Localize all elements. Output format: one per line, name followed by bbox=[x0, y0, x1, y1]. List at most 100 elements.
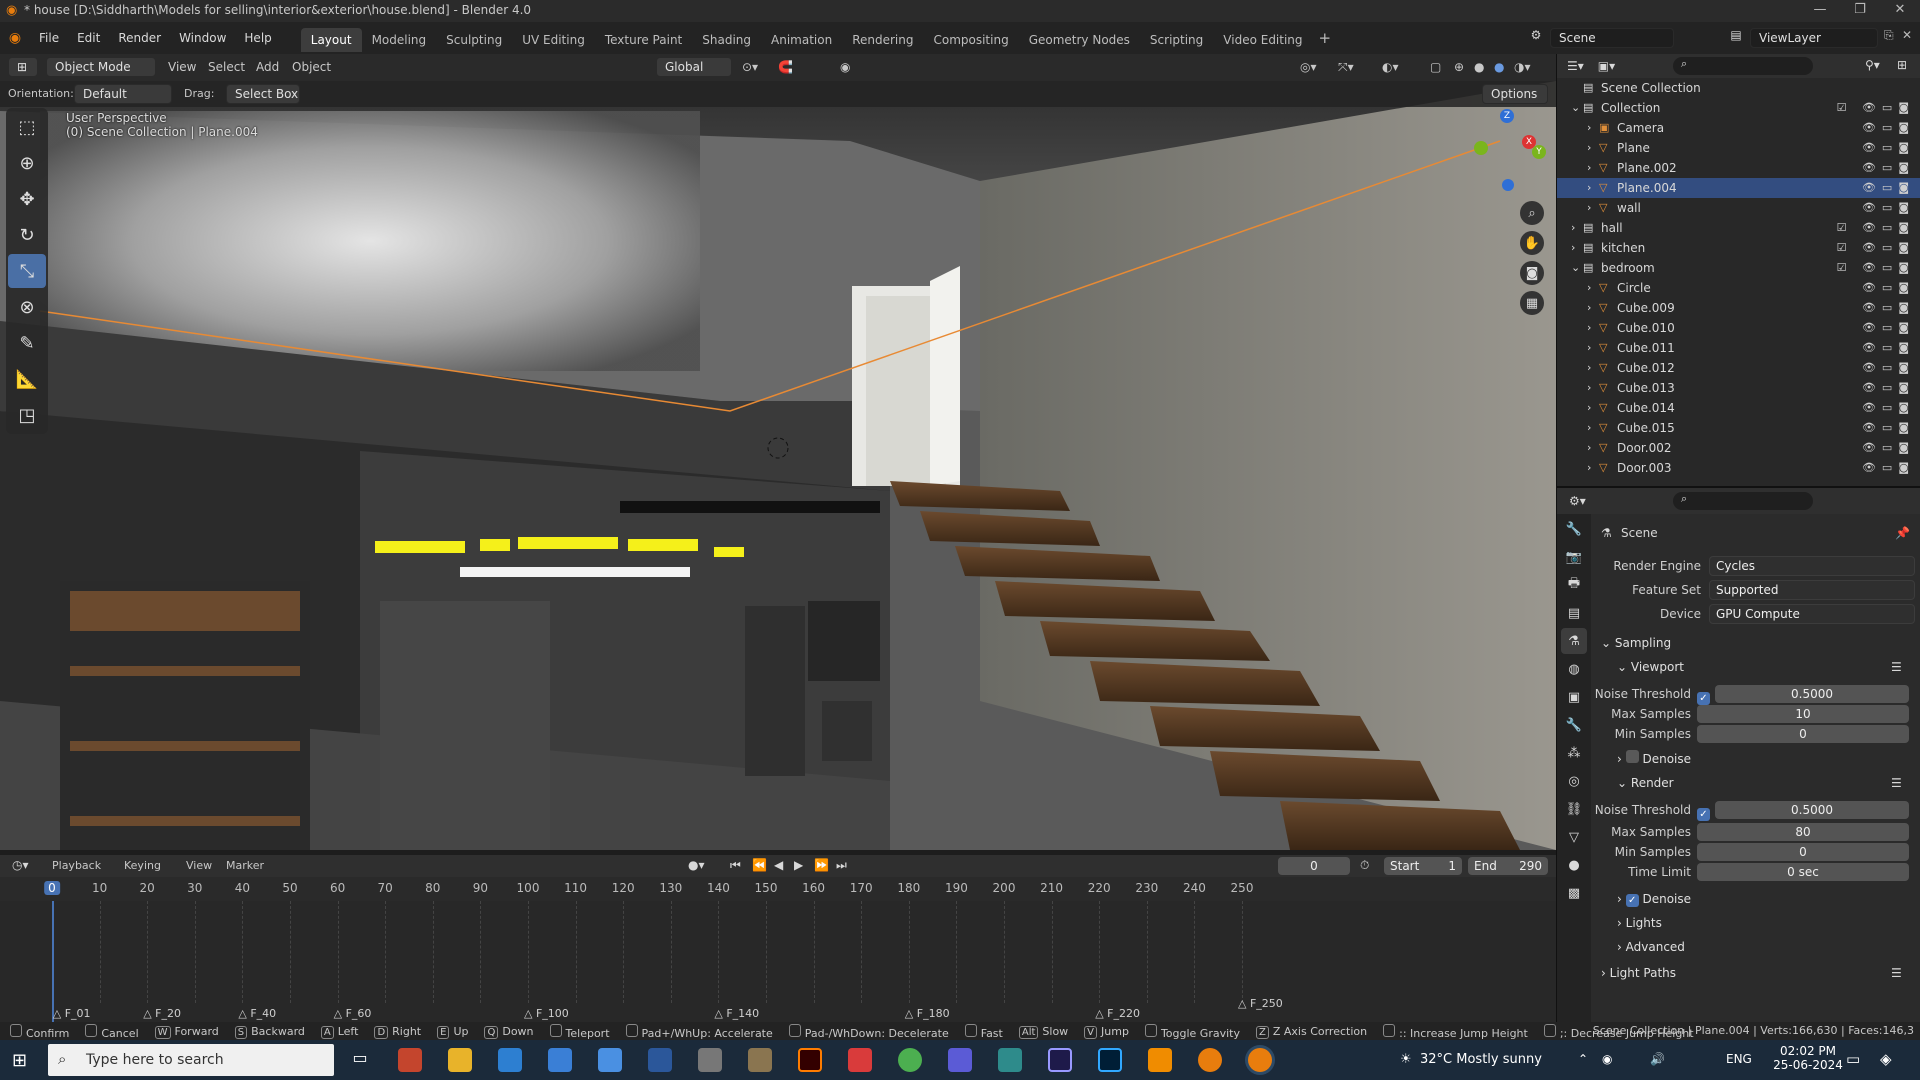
outliner-row[interactable]: › ▽ Plane 👁▭◙ bbox=[1557, 138, 1920, 158]
store-icon[interactable] bbox=[498, 1048, 522, 1072]
lights-subpanel[interactable]: › Lights bbox=[1617, 912, 1662, 934]
cursor-icon[interactable]: ⊕ bbox=[8, 146, 46, 180]
word-icon[interactable] bbox=[648, 1048, 672, 1072]
overlay-toggle-icon[interactable]: ◐▾ bbox=[1382, 60, 1399, 74]
chevron-right-icon[interactable]: › bbox=[1571, 218, 1575, 238]
display-mode-icon[interactable]: ▣▾ bbox=[1598, 59, 1615, 73]
chrome-icon[interactable] bbox=[898, 1048, 922, 1072]
app-icon[interactable] bbox=[848, 1048, 872, 1072]
calendar-icon[interactable] bbox=[548, 1048, 572, 1072]
timeline-marker[interactable]: △ F_100 bbox=[524, 1007, 569, 1020]
vp-denoise-checkbox[interactable] bbox=[1625, 750, 1639, 763]
tab-scripting[interactable]: Scripting bbox=[1140, 28, 1213, 52]
scene-selector[interactable]: Scene bbox=[1550, 28, 1674, 48]
visibility-toggles-icon[interactable]: 👁▭◙ bbox=[1862, 358, 1915, 378]
neg-z-axis-icon[interactable] bbox=[1502, 179, 1514, 191]
add-workspace-icon[interactable]: + bbox=[1313, 29, 1338, 47]
solid-shading-icon[interactable]: ● bbox=[1474, 60, 1484, 74]
r-denoise-subpanel[interactable]: › ✓ Denoise bbox=[1617, 888, 1691, 910]
tab-layout[interactable]: Layout bbox=[300, 28, 362, 52]
taskbar-search[interactable]: ⌕ Type here to search bbox=[48, 1044, 334, 1076]
outliner-row[interactable]: › ▽ Cube.011 👁▭◙ bbox=[1557, 338, 1920, 358]
start-frame-field[interactable]: Start 1 bbox=[1384, 857, 1462, 875]
timeline-marker[interactable]: △ F_220 bbox=[1095, 1007, 1140, 1020]
frame-ruler[interactable]: 0 10 20 30 40 50 60 70 80 90 100 110 120 130 140 150 160… bbox=[0, 877, 1556, 901]
tab-compositing[interactable]: Compositing bbox=[923, 28, 1018, 52]
play-reverse-icon[interactable]: ◀ bbox=[774, 858, 783, 872]
tab-shading[interactable]: Shading bbox=[692, 28, 761, 52]
outliner-row[interactable]: › ▽ Cube.014 👁▭◙ bbox=[1557, 398, 1920, 418]
chevron-right-icon[interactable]: › bbox=[1587, 438, 1591, 458]
outliner-row[interactable]: › ▽ wall 👁▭◙ bbox=[1557, 198, 1920, 218]
editor-type-icon[interactable]: ⊞ bbox=[8, 57, 38, 77]
taskbar-search-input[interactable]: Type here to search bbox=[86, 1052, 224, 1068]
visibility-toggles-icon[interactable]: 👁▭◙ bbox=[1862, 398, 1915, 418]
transform-orientation-selector[interactable]: Global bbox=[656, 57, 732, 77]
3d-viewport[interactable]: User Perspective (0) Scene Collection | … bbox=[0, 81, 1556, 850]
outliner-row[interactable]: › ▤ kitchen ☑ 👁▭◙ bbox=[1557, 238, 1920, 258]
transform-icon[interactable]: ⊗ bbox=[8, 290, 46, 324]
photoshop-icon[interactable] bbox=[1098, 1048, 1122, 1072]
timeline-marker[interactable]: △ F_01 bbox=[53, 1007, 91, 1020]
outliner-search-input[interactable]: ⌕ bbox=[1673, 57, 1813, 75]
material-tab-icon[interactable]: ● bbox=[1561, 852, 1587, 878]
powerpoint-icon[interactable] bbox=[398, 1048, 422, 1072]
prev-keyframe-icon[interactable]: ⏪ bbox=[752, 858, 767, 872]
outliner-row[interactable]: › ▽ Plane.002 👁▭◙ bbox=[1557, 158, 1920, 178]
visibility-toggles-icon[interactable]: ☑ 👁▭◙ bbox=[1837, 218, 1915, 238]
menu-window[interactable]: Window bbox=[170, 22, 235, 54]
illustrator-icon[interactable] bbox=[798, 1048, 822, 1072]
timeline-marker[interactable]: △ F_140 bbox=[714, 1007, 759, 1020]
tab-rendering[interactable]: Rendering bbox=[842, 28, 923, 52]
tab-texture-paint[interactable]: Texture Paint bbox=[595, 28, 692, 52]
keying-menu[interactable]: Keying bbox=[124, 859, 161, 872]
constraints-tab-icon[interactable]: ⛓ bbox=[1561, 796, 1587, 822]
timeline-marker[interactable]: △ F_250 bbox=[1238, 997, 1283, 1010]
render-subpanel-header[interactable]: ⌄ Render bbox=[1617, 772, 1674, 794]
world-tab-icon[interactable]: ◍ bbox=[1561, 656, 1587, 682]
visibility-toggles-icon[interactable]: 👁▭◙ bbox=[1862, 458, 1915, 478]
tab-modeling[interactable]: Modeling bbox=[362, 28, 437, 52]
visibility-toggles-icon[interactable]: 👁▭◙ bbox=[1862, 118, 1915, 138]
drag-selector[interactable]: Select Box bbox=[226, 84, 300, 104]
device-select[interactable]: GPU Compute bbox=[1709, 604, 1915, 624]
chevron-right-icon[interactable]: › bbox=[1587, 418, 1591, 438]
add-cube-icon[interactable]: ◳ bbox=[8, 398, 46, 432]
outliner-row[interactable]: › ▽ Cube.009 👁▭◙ bbox=[1557, 298, 1920, 318]
tool-tab-icon[interactable]: 🔧 bbox=[1561, 516, 1587, 542]
chevron-right-icon[interactable]: › bbox=[1587, 198, 1591, 218]
play-icon[interactable]: ▶ bbox=[794, 858, 803, 872]
chevron-right-icon[interactable]: › bbox=[1587, 458, 1591, 478]
advanced-subpanel[interactable]: › Advanced bbox=[1617, 936, 1685, 958]
chevron-down-icon[interactable]: ⌄ bbox=[1571, 258, 1580, 278]
vp-noise-threshold-field[interactable]: 0.5000 bbox=[1715, 685, 1909, 703]
view-layer-selector[interactable]: ViewLayer bbox=[1750, 28, 1878, 48]
tab-sculpting[interactable]: Sculpting bbox=[436, 28, 512, 52]
camera-view-icon[interactable]: ◙ bbox=[1520, 261, 1544, 285]
visibility-toggles-icon[interactable]: 👁▭◙ bbox=[1862, 278, 1915, 298]
snap-icon[interactable]: 🧲 bbox=[778, 60, 793, 74]
vp-min-samples-field[interactable]: 0 bbox=[1697, 725, 1909, 743]
chevron-right-icon[interactable]: › bbox=[1587, 398, 1591, 418]
new-collection-icon[interactable]: ⊞ bbox=[1897, 58, 1907, 72]
list-icon[interactable]: ☰ bbox=[1891, 966, 1902, 980]
object-tab-icon[interactable]: ▣ bbox=[1561, 684, 1587, 710]
visibility-toggles-icon[interactable]: 👁▭◙ bbox=[1862, 138, 1915, 158]
chevron-right-icon[interactable]: › bbox=[1587, 118, 1591, 138]
visibility-toggles-icon[interactable]: 👁▭◙ bbox=[1862, 198, 1915, 218]
output-tab-icon[interactable]: 🖶 bbox=[1561, 572, 1587, 598]
physics-tab-icon[interactable]: ◎ bbox=[1561, 768, 1587, 794]
tray-chevron-icon[interactable]: ⌃ bbox=[1578, 1052, 1588, 1066]
light-paths-panel[interactable]: › Light Paths bbox=[1601, 962, 1676, 984]
measure-icon[interactable]: 📐 bbox=[8, 362, 46, 396]
chevron-down-icon[interactable]: ⌄ bbox=[1571, 98, 1580, 118]
outliner-row[interactable]: › ▽ Cube.013 👁▭◙ bbox=[1557, 378, 1920, 398]
chevron-right-icon[interactable]: › bbox=[1587, 298, 1591, 318]
menu-object[interactable]: Object bbox=[292, 60, 331, 74]
visibility-toggles-icon[interactable]: 👁▭◙ bbox=[1862, 178, 1915, 198]
properties-search-input[interactable]: ⌕ bbox=[1673, 492, 1813, 510]
annotate-icon[interactable]: ✎ bbox=[8, 326, 46, 360]
proportional-edit-icon[interactable]: ◉ bbox=[840, 60, 850, 74]
chevron-right-icon[interactable]: › bbox=[1587, 338, 1591, 358]
app-icon[interactable] bbox=[598, 1048, 622, 1072]
